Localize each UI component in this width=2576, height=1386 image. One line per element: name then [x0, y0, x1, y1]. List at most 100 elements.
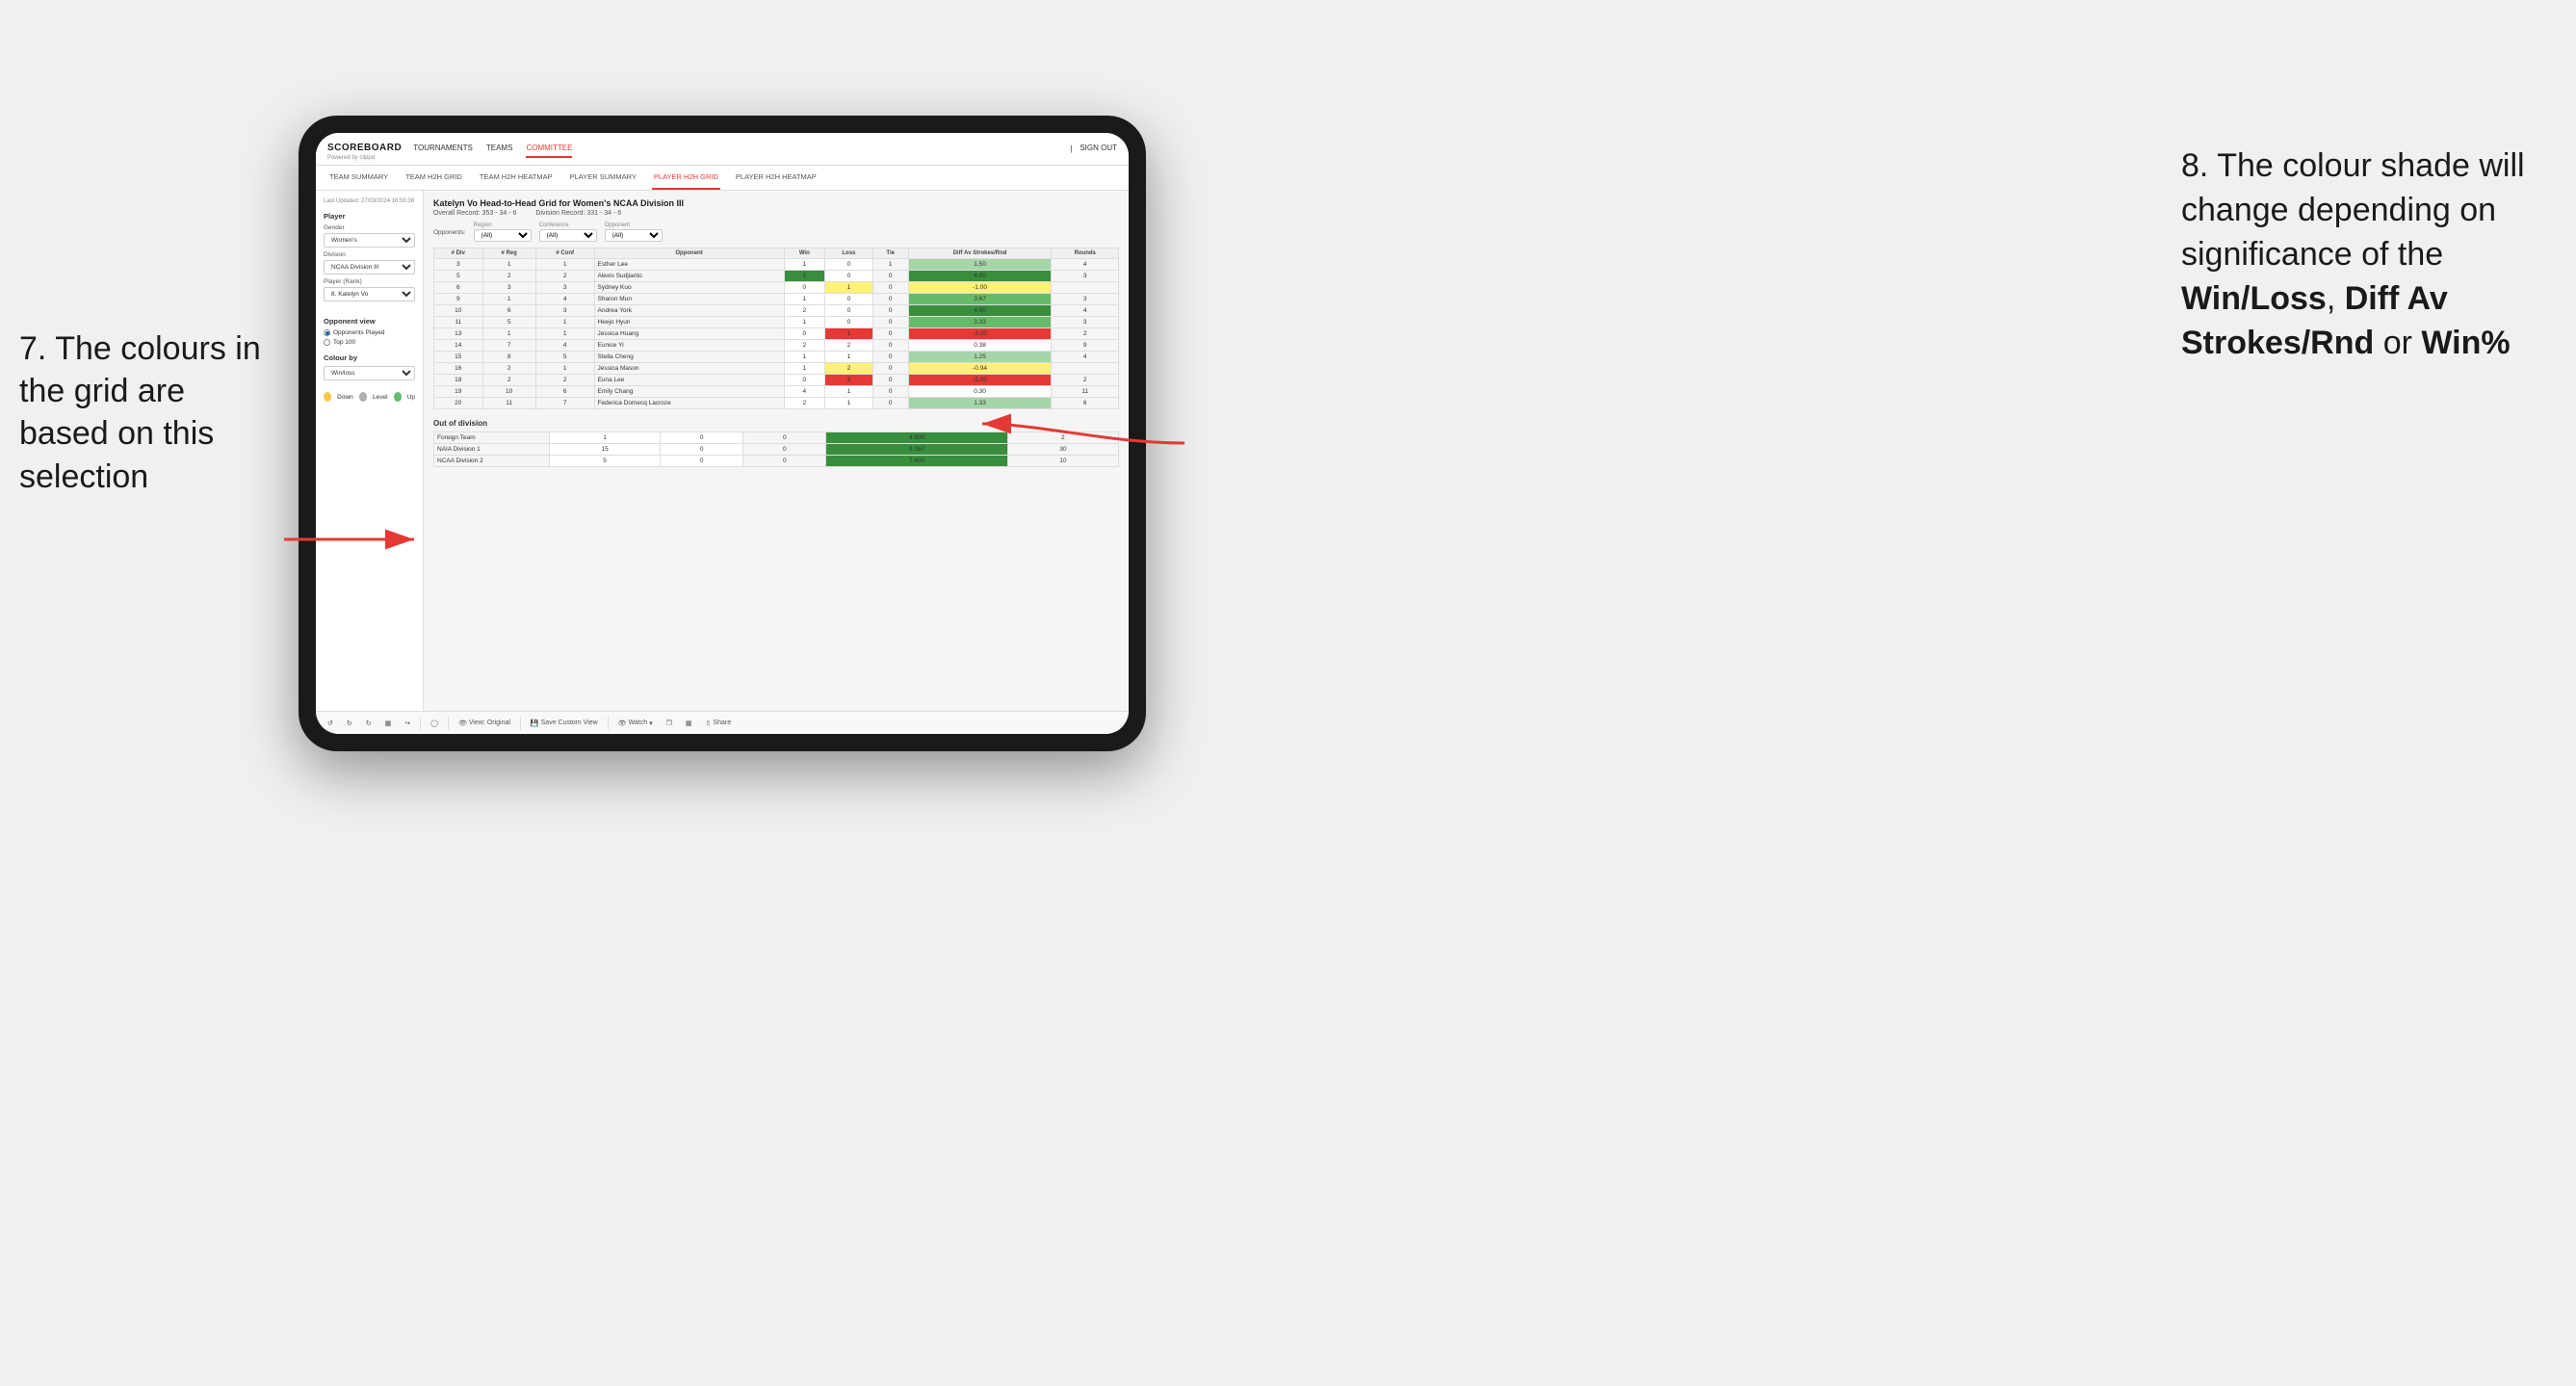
main-table: # Div # Reg # Conf Opponent Win Loss Tie…: [433, 248, 1119, 409]
filter-region-label: Region: [474, 222, 532, 228]
legend-dot-up: [394, 392, 402, 402]
nav-right: | Sign out: [1070, 140, 1117, 158]
table-row: 11 5 1 Heejo Hyun 1 0 0 3.33 3: [434, 317, 1119, 328]
sub-nav: TEAM SUMMARY TEAM H2H GRID TEAM H2H HEAT…: [316, 166, 1129, 191]
watch-btn[interactable]: 👁 Watch ▾: [614, 718, 657, 729]
annotation-right: 8. The colour shade will change dependin…: [2181, 144, 2547, 365]
table-row: 19 10 6 Emily Chang 4 1 0 0.30 11: [434, 386, 1119, 398]
filter-conference-group: Conference (All): [539, 222, 597, 242]
radio-dot-opponents: [324, 329, 330, 336]
logo-area: SCOREBOARD Powered by clippd: [327, 138, 405, 161]
table-row: 10 6 3 Andrea York 2 0 0 4.00 4: [434, 305, 1119, 317]
table-row: 13 1 1 Jessica Huang 0 1 0 -3.00 2: [434, 328, 1119, 340]
sub-nav-team-summary[interactable]: TEAM SUMMARY: [327, 166, 390, 190]
nav-pipe: |: [1070, 144, 1072, 153]
sub-nav-player-h2h-heatmap[interactable]: PLAYER H2H HEATMAP: [734, 166, 819, 190]
nav-bar: SCOREBOARD Powered by clippd TOURNAMENTS…: [316, 133, 1129, 166]
colour-by-title: Colour by: [324, 353, 415, 362]
toolbar-divider-4: [608, 717, 609, 730]
nav-committee[interactable]: COMMITTEE: [526, 140, 572, 158]
logo-sub: Powered by clippd: [327, 155, 405, 161]
save-custom-btn[interactable]: 💾 Save Custom View: [527, 718, 602, 729]
copy-btn[interactable]: ▦: [381, 718, 396, 729]
table-row: 15 8 5 Stella Cheng 1 1 0 1.25 4: [434, 352, 1119, 363]
view-icon: 👁: [458, 719, 467, 727]
table-row: 6 3 3 Sydney Kuo 0 1 0 -1.00: [434, 282, 1119, 294]
radio-top100[interactable]: Top 100: [324, 339, 415, 346]
grid-title: Katelyn Vo Head-to-Head Grid for Women's…: [433, 198, 1119, 208]
annotation-left: 7. The colours in the grid are based on …: [19, 327, 270, 498]
legend-dot-level: [359, 392, 367, 402]
sub-nav-team-h2h-grid[interactable]: TEAM H2H GRID: [403, 166, 464, 190]
redo2-btn[interactable]: ↻: [362, 718, 376, 729]
tablet-screen: SCOREBOARD Powered by clippd TOURNAMENTS…: [316, 133, 1129, 734]
sub-nav-player-summary[interactable]: PLAYER SUMMARY: [568, 166, 638, 190]
division-label: Division: [324, 251, 415, 258]
col-tie: Tie: [872, 248, 908, 259]
view-original-btn[interactable]: 👁 View: Original: [455, 718, 514, 729]
table-row: NAIA Division 1 15 0 0 9.267 30: [434, 444, 1119, 456]
sign-out-link[interactable]: Sign out: [1080, 140, 1117, 158]
col-rounds: Rounds: [1052, 248, 1119, 259]
table-row: 20 11 7 Federica Domecq Lacroze 2 1 0 1.…: [434, 398, 1119, 409]
division-select[interactable]: NCAA Division III: [324, 260, 415, 275]
table-row: NCAA Division 2 5 0 0 7.400 10: [434, 456, 1119, 467]
filter-conference-select[interactable]: (All): [539, 229, 597, 242]
table-row: 9 1 4 Sharon Mun 1 0 0 3.67 3: [434, 294, 1119, 305]
legend-label-level: Level: [373, 394, 388, 401]
toolbar-divider-3: [520, 717, 521, 730]
table-row: 5 2 2 Alexis Sudjianto 1 0 0 4.00 3: [434, 271, 1119, 282]
out-of-division-table: Foreign Team 1 0 0 4.500 2 NAIA Division…: [433, 431, 1119, 467]
filter-opponent-select[interactable]: (All): [605, 229, 663, 242]
gender-select[interactable]: Women's: [324, 233, 415, 248]
logo-text: SCOREBOARD: [327, 143, 402, 153]
tablet-frame: SCOREBOARD Powered by clippd TOURNAMENTS…: [299, 116, 1146, 751]
share-btn[interactable]: ⇧ Share: [702, 718, 736, 729]
opponent-view-title: Opponent view: [324, 317, 415, 326]
paste-btn[interactable]: ↪: [401, 718, 414, 729]
grid-btn[interactable]: ▦: [682, 718, 696, 729]
filter-region-select[interactable]: (All): [474, 229, 532, 242]
table-row: 16 2 1 Jessica Mason 1 2 0 -0.94: [434, 363, 1119, 375]
clock-btn[interactable]: ◯: [427, 718, 442, 729]
radio-dot-top100: [324, 339, 330, 346]
share-icon: ⇧: [706, 719, 712, 727]
col-conf: # Conf: [535, 248, 594, 259]
nav-items: TOURNAMENTS TEAMS COMMITTEE: [413, 140, 572, 158]
legend-row: Down Level Up: [324, 392, 415, 402]
sub-nav-team-h2h-heatmap[interactable]: TEAM H2H HEATMAP: [478, 166, 555, 190]
col-diff: Diff Av Strokes/Rnd: [908, 248, 1052, 259]
grid-subtitle: Overall Record: 353 - 34 - 6 Division Re…: [433, 210, 1119, 217]
col-div: # Div: [434, 248, 483, 259]
col-reg: # Reg: [482, 248, 535, 259]
sub-nav-player-h2h-grid[interactable]: PLAYER H2H GRID: [652, 166, 720, 190]
col-loss: Loss: [825, 248, 873, 259]
expand-btn[interactable]: ❐: [663, 718, 676, 729]
filter-conference-label: Conference: [539, 222, 597, 228]
nav-tournaments[interactable]: TOURNAMENTS: [413, 140, 473, 158]
radio-opponents-played[interactable]: Opponents Played: [324, 329, 415, 336]
legend-dot-down: [324, 392, 331, 402]
filter-opponent-label: Opponent: [605, 222, 663, 228]
toolbar-divider-2: [448, 717, 449, 730]
redo-btn[interactable]: ↻: [343, 718, 356, 729]
nav-teams[interactable]: TEAMS: [486, 140, 513, 158]
col-win: Win: [784, 248, 824, 259]
division-record: Division Record: 331 - 34 - 6: [535, 210, 621, 217]
player-section-title: Player: [324, 212, 415, 221]
undo-btn[interactable]: ↺: [324, 718, 337, 729]
overall-record: Overall Record: 353 - 34 - 6: [433, 210, 516, 217]
col-opponent: Opponent: [594, 248, 784, 259]
filter-region-group: Region (All): [474, 222, 532, 242]
table-row: 14 7 4 Eunice Yi 2 2 0 0.38 9: [434, 340, 1119, 352]
player-rank-select[interactable]: 8. Katelyn Vo: [324, 287, 415, 301]
radio-group: Opponents Played Top 100: [324, 329, 415, 346]
opponents-label: Opponents:: [433, 229, 466, 236]
player-rank-label: Player (Rank): [324, 278, 415, 285]
legend-label-down: Down: [337, 394, 353, 401]
table-row: 18 2 2 Euna Lee 0 3 0 -5.00 2: [434, 375, 1119, 386]
sidebar-timestamp: Last Updated: 27/03/2024 16:55:38: [324, 198, 415, 204]
legend-label-up: Up: [407, 394, 415, 401]
gender-label: Gender: [324, 224, 415, 231]
colour-by-select[interactable]: Win/loss: [324, 366, 415, 380]
